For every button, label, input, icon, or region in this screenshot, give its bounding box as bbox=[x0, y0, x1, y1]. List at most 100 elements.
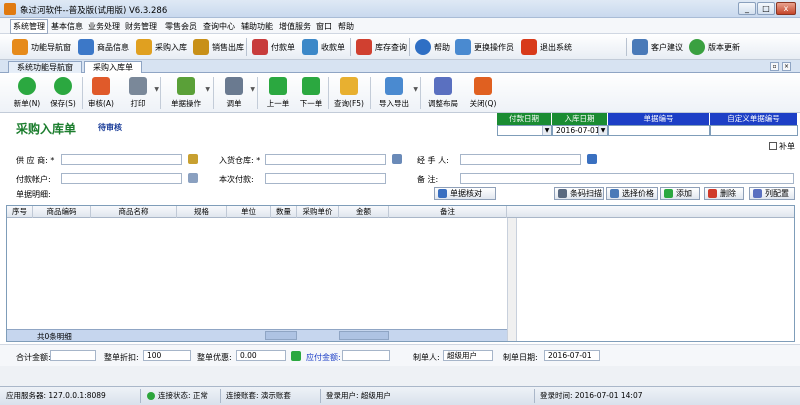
inbound-date-dropdown-icon[interactable]: ▼ bbox=[598, 126, 607, 135]
calculator-icon[interactable] bbox=[188, 173, 198, 183]
handler-lookup-icon[interactable] bbox=[587, 154, 597, 164]
bill-check-button[interactable]: 单据核对 bbox=[434, 187, 496, 200]
payment-icon bbox=[252, 39, 268, 55]
menu-window[interactable]: 窗口 bbox=[316, 21, 332, 32]
quick-purchase-in-button[interactable]: 采购入库 bbox=[136, 37, 187, 57]
menu-help[interactable]: 帮助 bbox=[338, 21, 354, 32]
toolbar-separator bbox=[370, 77, 371, 109]
maximize-button[interactable]: □ bbox=[757, 2, 775, 15]
custom-bill-number-field[interactable] bbox=[710, 125, 798, 136]
warehouse-input[interactable] bbox=[265, 154, 386, 165]
bill-number-field[interactable] bbox=[608, 125, 710, 136]
warehouse-lookup-icon[interactable] bbox=[392, 154, 402, 164]
new-bill-button[interactable]: 新单(N) bbox=[8, 76, 46, 110]
quick-payment-button[interactable]: 付款单 bbox=[252, 37, 295, 57]
grid-vertical-scrollbar[interactable] bbox=[507, 218, 517, 341]
import-export-button[interactable]: 导入导出 ▼ bbox=[372, 76, 418, 110]
bill-operation-dropdown-icon[interactable]: ▼ bbox=[205, 86, 210, 93]
menu-basic-info[interactable]: 基本信息 bbox=[51, 21, 83, 32]
inbound-date-field[interactable]: 2016-07-01 ▼ bbox=[552, 125, 608, 136]
quick-exit-button[interactable]: 退出系统 bbox=[521, 37, 572, 57]
print-dropdown-icon[interactable]: ▼ bbox=[154, 86, 159, 93]
next-bill-button[interactable]: 下一单 bbox=[292, 76, 330, 110]
delete-row-button[interactable]: 删除 bbox=[704, 187, 744, 200]
import-export-dropdown-icon[interactable]: ▼ bbox=[413, 86, 418, 93]
payment-date-field[interactable]: ▼ bbox=[497, 125, 552, 136]
summary-bar: 合计金额: 整单折扣: 100 整单优惠: 0.00 应付金额: 制单人: 超级… bbox=[0, 344, 800, 366]
col-quantity[interactable]: 数量 bbox=[271, 206, 297, 218]
total-amount-field bbox=[50, 350, 96, 361]
select-price-button[interactable]: 选择价格 bbox=[606, 187, 658, 200]
menu-value-added[interactable]: 增值服务 bbox=[279, 21, 311, 32]
query-button[interactable]: 查询(F5) bbox=[330, 76, 368, 110]
supplier-input[interactable] bbox=[61, 154, 182, 165]
call-bill-button[interactable]: 调单 ▼ bbox=[215, 76, 255, 110]
supplier-lookup-icon[interactable] bbox=[188, 154, 198, 164]
tab-close-icon[interactable]: × bbox=[782, 62, 791, 71]
update-icon bbox=[689, 39, 705, 55]
tab-purchase-inbound[interactable]: 采购入库单 bbox=[84, 61, 142, 73]
make-date-field: 2016-07-01 bbox=[544, 350, 600, 361]
bill-operation-button[interactable]: 单据操作 ▼ bbox=[164, 76, 210, 110]
col-remark[interactable]: 备注 bbox=[389, 206, 507, 218]
status-separator bbox=[320, 389, 321, 403]
pay-account-input[interactable] bbox=[61, 173, 182, 184]
price-icon bbox=[610, 189, 619, 198]
save-button[interactable]: 保存(S) bbox=[44, 76, 82, 110]
status-account: 连接账套: 演示账套 bbox=[226, 391, 291, 400]
form-body: 补单 供 应 商: * 入货仓库: * 经 手 人: 付款帐户: 本次付款: 备… bbox=[0, 139, 800, 344]
note-label: 备 注: bbox=[417, 175, 439, 184]
col-unit[interactable]: 单位 bbox=[227, 206, 271, 218]
supplement-label: 补单 bbox=[779, 142, 795, 151]
this-payment-label: 本次付款: bbox=[219, 175, 254, 184]
quick-help-button[interactable]: 帮助 bbox=[415, 37, 450, 57]
tab-restore-icon[interactable]: ▫ bbox=[770, 62, 779, 71]
col-spec[interactable]: 规格 bbox=[177, 206, 227, 218]
this-payment-input[interactable] bbox=[265, 173, 386, 184]
col-product-code[interactable]: 商品编码 bbox=[33, 206, 91, 218]
status-separator bbox=[534, 389, 535, 403]
col-seq[interactable]: 序号 bbox=[7, 206, 33, 218]
preferential-input[interactable]: 0.00 bbox=[236, 350, 286, 361]
change-operator-icon bbox=[455, 39, 471, 55]
menu-system[interactable]: 系统管理 bbox=[10, 19, 48, 34]
quick-update-button[interactable]: 版本更新 bbox=[689, 37, 740, 57]
supplement-checkbox[interactable] bbox=[769, 142, 777, 150]
quick-product-button[interactable]: 商品信息 bbox=[78, 37, 129, 57]
print-button[interactable]: 打印 ▼ bbox=[119, 76, 159, 110]
quick-stock-query-button[interactable]: 库存查询 bbox=[356, 37, 407, 57]
audit-button[interactable]: 审核(A) bbox=[82, 76, 120, 110]
column-config-button[interactable]: 列配置 bbox=[749, 187, 795, 200]
minimize-button[interactable]: _ bbox=[738, 2, 756, 15]
quick-home-button[interactable]: 功能导航窗 bbox=[12, 37, 71, 57]
tab-function-navigation[interactable]: 系统功能导航窗 bbox=[8, 61, 82, 73]
menu-aux-functions[interactable]: 辅助功能 bbox=[241, 21, 273, 32]
close-window-button[interactable]: x bbox=[776, 2, 796, 15]
note-input[interactable] bbox=[460, 173, 794, 184]
detail-grid[interactable]: 序号 商品编码 商品名称 规格 单位 数量 采购单价 金额 备注 共0条明细 bbox=[6, 205, 795, 342]
quick-suggestion-button[interactable]: 客户建议 bbox=[632, 37, 683, 57]
columns-icon bbox=[753, 189, 762, 198]
payment-date-dropdown-icon[interactable]: ▼ bbox=[542, 126, 551, 135]
call-bill-dropdown-icon[interactable]: ▼ bbox=[250, 86, 255, 93]
suggestion-icon bbox=[632, 39, 648, 55]
layout-icon bbox=[434, 77, 452, 95]
menu-query-center[interactable]: 查询中心 bbox=[203, 21, 235, 32]
adjust-layout-button[interactable]: 调整布局 bbox=[422, 76, 464, 110]
col-amount[interactable]: 金额 bbox=[339, 206, 389, 218]
menu-finance[interactable]: 财务管理 bbox=[125, 21, 157, 32]
add-row-button[interactable]: 添加 bbox=[660, 187, 700, 200]
quick-change-operator-button[interactable]: 更换操作员 bbox=[455, 37, 514, 57]
quick-sales-out-button[interactable]: 销售出库 bbox=[193, 37, 244, 57]
quick-receipt-button[interactable]: 收款单 bbox=[302, 37, 345, 57]
close-bill-button[interactable]: 关闭(Q) bbox=[464, 76, 502, 110]
apply-discount-icon[interactable] bbox=[291, 351, 301, 361]
col-product-name[interactable]: 商品名称 bbox=[91, 206, 177, 218]
handler-label: 经 手 人: bbox=[417, 156, 449, 165]
handler-input[interactable] bbox=[460, 154, 581, 165]
discount-input[interactable]: 100 bbox=[143, 350, 191, 361]
menu-business[interactable]: 业务处理 bbox=[88, 21, 120, 32]
menu-retail-member[interactable]: 零售会员 bbox=[165, 21, 197, 32]
barcode-scan-button[interactable]: 条码扫描 bbox=[554, 187, 604, 200]
col-purchase-price[interactable]: 采购单价 bbox=[297, 206, 339, 218]
